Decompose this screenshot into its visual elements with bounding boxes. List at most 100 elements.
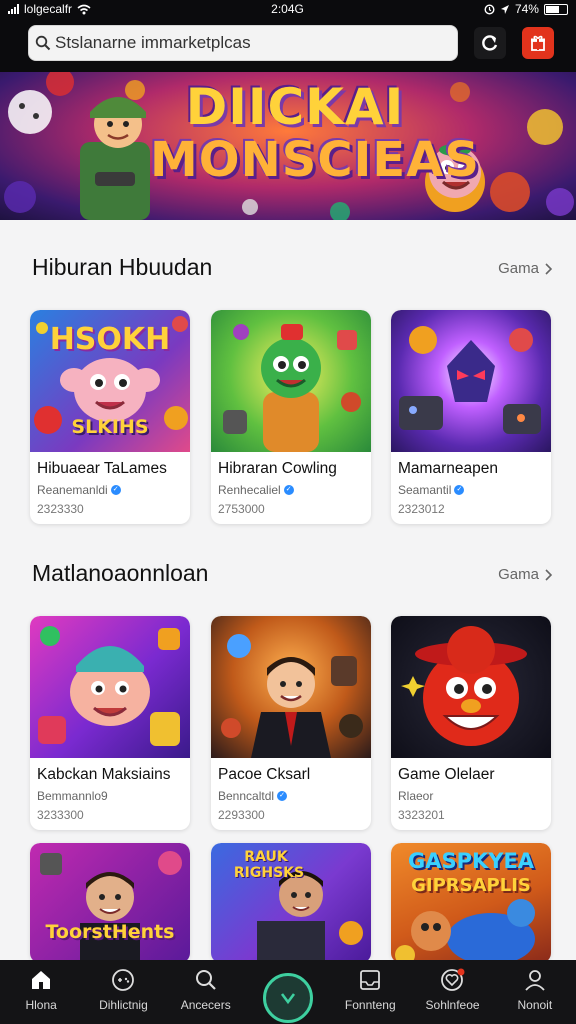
game-card[interactable]: Kabckan Maksiains Bemmannlo9 3233300 (30, 616, 190, 830)
nav-favorites[interactable]: Sohlnfeoe (412, 960, 494, 1024)
game-art-title: ToorstHents (45, 921, 175, 943)
developer-name: Renhecaliel (218, 483, 281, 497)
refresh-icon (482, 35, 498, 51)
search-icon (35, 35, 51, 51)
download-count: 2293300 (218, 808, 265, 822)
download-count: 3323201 (398, 808, 445, 822)
wifi-icon (77, 4, 91, 14)
chevron-right-icon (545, 568, 552, 581)
developer-row: Benncaltdl ✓ (218, 789, 288, 803)
game-artwork (401, 626, 527, 746)
see-more-label: Gama (498, 566, 539, 583)
center-action-button[interactable] (262, 973, 313, 1023)
hero-title-line1: DIICKAI (185, 78, 405, 136)
signal-icon (8, 4, 19, 14)
nav-label: Fonnteng (344, 998, 396, 1012)
developer-row: Rlaeor (398, 789, 433, 803)
section-title: Hiburan Hbuudan (32, 254, 213, 280)
nav-games[interactable]: Dihlictnig (82, 960, 164, 1024)
game-card[interactable]: Hibraran Cowling Renhecaliel ✓ 2753000 (211, 310, 371, 524)
game-art-title: RAUK (244, 849, 288, 865)
profile-icon (525, 970, 545, 991)
search-icon (195, 970, 216, 990)
game-thumbnail: GASPKYEA GIPRSAPLIS (391, 843, 551, 963)
alarm-icon (484, 3, 495, 15)
game-card[interactable]: GASPKYEA GIPRSAPLIS (391, 843, 551, 963)
location-icon (500, 4, 509, 14)
hero-banner[interactable]: DIICKAI MONSCIEAS (0, 72, 576, 220)
carrier-label: lolgecalfr (24, 2, 73, 16)
game-thumbnail (391, 310, 551, 452)
game-thumbnail (211, 310, 371, 452)
game-thumbnail: ToorstHents (30, 843, 190, 963)
verified-icon: ✓ (283, 485, 294, 495)
status-bar: lolgecalfr 2:04G 74% (0, 0, 576, 18)
section-title: Matlanoaonnloan (32, 560, 209, 586)
nav-center[interactable] (247, 960, 329, 1024)
clock: 2:04G (271, 2, 304, 16)
game-artwork (38, 626, 180, 746)
check-icon (280, 993, 296, 1005)
gift-icon (531, 35, 545, 51)
refresh-button[interactable] (474, 27, 506, 59)
verified-icon: ✓ (110, 485, 121, 495)
download-count: 2753000 (218, 502, 265, 516)
nav-label: Sohlnfeoe (425, 998, 480, 1012)
game-card[interactable]: Mamarneapen Seamantil ✓ 2323012 (391, 310, 551, 524)
developer-row: Seamantil ✓ (398, 483, 465, 497)
download-count: 3233300 (37, 808, 84, 822)
game-thumbnail: HSOKH SLKIHS (30, 310, 190, 452)
search-input[interactable]: Stslanarne immarketplcas (28, 25, 458, 61)
developer-name: Benncaltdl (218, 789, 275, 803)
game-thumbnail (391, 616, 551, 758)
nav-label: Nonoit (517, 998, 553, 1012)
nav-label: Ancecers (180, 998, 231, 1012)
chevron-right-icon (545, 262, 552, 275)
game-title: Hibraran Cowling (218, 460, 337, 477)
developer-name: Rlaeor (398, 789, 434, 803)
game-art-title: GASPKYEA (407, 849, 535, 873)
download-count: 2323012 (398, 502, 445, 516)
developer-name: Seamantil (398, 483, 452, 497)
download-count: 2323330 (37, 502, 84, 516)
game-thumbnail (211, 616, 371, 758)
game-card[interactable]: ToorstHents (30, 843, 190, 963)
heart-icon (440, 968, 465, 991)
game-artwork (399, 326, 541, 434)
game-thumbnail: RAUK RIGHSKS (211, 843, 371, 963)
developer-row: Renhecaliel ✓ (218, 483, 294, 497)
game-artwork (223, 324, 361, 452)
developer-name: Bemmannlo9 (37, 789, 108, 803)
developer-name: Reanemanldi (37, 483, 108, 497)
nav-profile[interactable]: Nonoit (494, 960, 576, 1024)
controller-icon (112, 969, 135, 991)
see-more-link[interactable]: Gama (498, 260, 552, 277)
game-title: Kabckan Maksiains (37, 766, 171, 783)
top-bar: lolgecalfr 2:04G 74% Stslanarne immarket… (0, 0, 576, 72)
nav-search[interactable]: Ancecers (165, 960, 247, 1024)
nav-home[interactable]: Hlona (0, 960, 82, 1024)
see-more-link[interactable]: Gama (498, 566, 552, 583)
developer-row: Bemmannlo9 (37, 789, 108, 803)
game-title: Hibuaear TaLames (37, 460, 167, 477)
game-art-subtitle: SLKIHS (71, 416, 149, 438)
game-art-title: HSOKH (49, 322, 171, 357)
see-more-label: Gama (498, 260, 539, 277)
battery-percent: 74% (514, 2, 539, 16)
game-card[interactable]: RAUK RIGHSKS (211, 843, 371, 963)
game-card[interactable]: HSOKH SLKIHS Hibuaear TaLames Reanemanld… (30, 310, 190, 524)
home-icon (32, 971, 51, 989)
content-area[interactable]: Hiburan Hbuudan Gama HSOKH SLKIHS Hibuae… (0, 220, 576, 963)
game-thumbnail (30, 616, 190, 758)
game-title: Mamarneapen (398, 460, 498, 477)
hero-title: DIICKAI MONSCIEAS (150, 78, 480, 188)
nav-inbox[interactable]: Fonnteng (329, 960, 411, 1024)
game-card[interactable]: Pacoe Cksarl Benncaltdl ✓ 2293300 (211, 616, 371, 830)
battery-icon (543, 3, 568, 15)
game-card[interactable]: Game Olelaer Rlaeor 3323201 (391, 616, 551, 830)
verified-icon: ✓ (454, 485, 465, 495)
gift-button[interactable] (522, 27, 554, 59)
hero-title-line2: MONSCIEAS (150, 132, 480, 188)
game-title: Pacoe Cksarl (218, 766, 311, 783)
search-text: Stslanarne immarketplcas (55, 33, 251, 52)
